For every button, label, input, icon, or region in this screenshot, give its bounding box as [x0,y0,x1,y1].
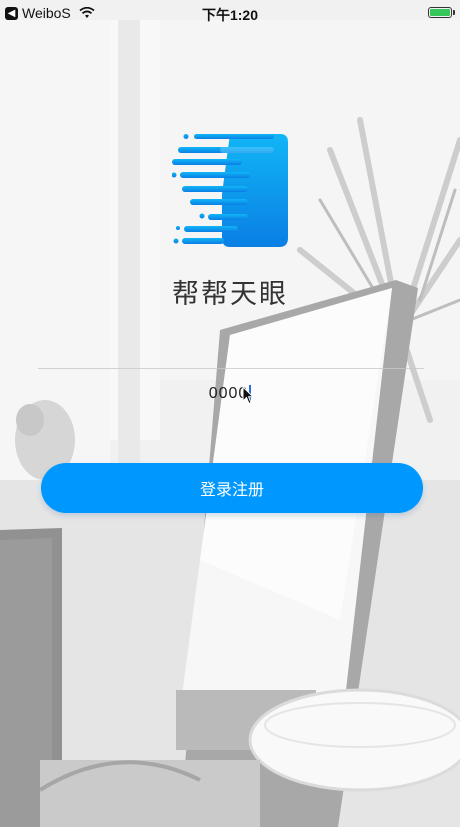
battery-icon [428,7,452,18]
background-photo [0,0,460,827]
login-register-button[interactable]: 登录注册 [41,463,423,513]
mouse-pointer-icon [242,386,254,405]
battery-cap [453,10,455,15]
status-time: 下午1:20 [201,7,259,23]
login-screen: ◀ WeiboS 下午1:20 帮帮天眼 0000 登录注册 [0,0,460,827]
input-divider [38,368,424,369]
battery-level [430,9,450,16]
speed-stripes-logo-icon [172,134,288,247]
app-title: 帮帮天眼 [172,279,288,309]
verification-code-input[interactable]: 0000 [110,380,350,408]
status-bar: ◀ WeiboS 下午1:20 [0,0,460,26]
